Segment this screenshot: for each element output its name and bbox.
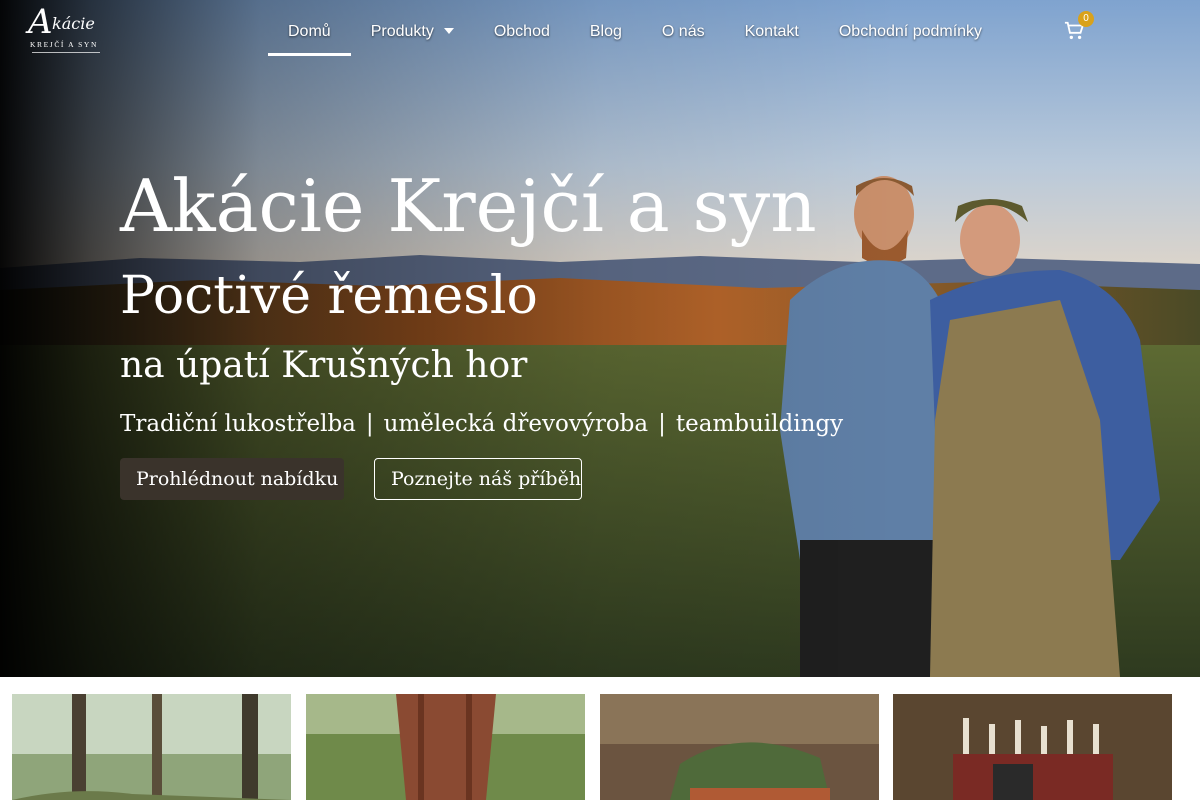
logo-subtitle: KREJČÍ A SYN: [30, 40, 98, 49]
nav-item-label: Domů: [288, 23, 331, 40]
logo-script: kácie: [52, 14, 95, 33]
main-menu: Domů Produkty Obchod Blog O nás Kontakt …: [268, 8, 1002, 56]
nav-item-domu[interactable]: Domů: [268, 8, 351, 56]
our-story-button[interactable]: Poznejte náš příběh: [374, 458, 582, 500]
nav-item-label: Obchod: [493, 23, 550, 40]
hero-subtitle: Poctivé řemeslo: [120, 266, 538, 326]
card-image-ground[interactable]: [600, 694, 879, 800]
nav-item-label: O nás: [661, 23, 705, 40]
nav-item-obchod[interactable]: Obchod: [474, 8, 570, 56]
tag-item: umělecká dřevovýroba: [383, 411, 649, 437]
hero-title: Akácie Krejčí a syn: [120, 164, 817, 248]
card-image-arrows[interactable]: [893, 694, 1172, 800]
logo-mark: A: [28, 2, 53, 42]
card-image-leather-quiver[interactable]: [306, 694, 585, 800]
tag-separator: |: [658, 411, 666, 437]
caret-down-icon: [443, 27, 454, 34]
nav-item-label: Kontakt: [744, 23, 799, 40]
top-navigation: A kácie KREJČÍ A SYN Domů Produkty Obcho…: [0, 0, 1200, 64]
nav-item-kontakt[interactable]: Kontakt: [725, 8, 819, 56]
nav-item-obchodni-podminky[interactable]: Obchodní podmínky: [819, 8, 1002, 56]
nav-item-label: Produkty: [370, 23, 434, 40]
nav-item-blog[interactable]: Blog: [570, 8, 642, 56]
browse-offer-button[interactable]: Prohlédnout nabídku: [120, 458, 344, 500]
tag-item: Tradiční lukostřelba: [120, 411, 356, 437]
tag-separator: |: [365, 411, 374, 437]
nav-item-label: Obchodní podmínky: [838, 23, 983, 40]
site-logo[interactable]: A kácie KREJČÍ A SYN: [28, 2, 104, 56]
logo-divider: [32, 52, 100, 53]
nav-item-produkty[interactable]: Produkty: [351, 8, 474, 56]
nav-item-label: Blog: [589, 23, 622, 40]
nav-item-o-nas[interactable]: O nás: [642, 8, 725, 56]
tag-item: teambuildingy: [675, 411, 844, 437]
card-image-forest[interactable]: [12, 694, 291, 800]
hero-section: A kácie KREJČÍ A SYN Domů Produkty Obcho…: [0, 0, 1200, 677]
hero-tagline: Tradiční lukostřelba | umělecká dřevovýrob…: [120, 408, 843, 440]
hero-subtitle-secondary: na úpatí Krušných hor: [120, 345, 528, 386]
cart-count-badge: 0: [1078, 11, 1094, 27]
category-cards: [0, 694, 1200, 800]
hero-overlay: [0, 0, 1200, 677]
